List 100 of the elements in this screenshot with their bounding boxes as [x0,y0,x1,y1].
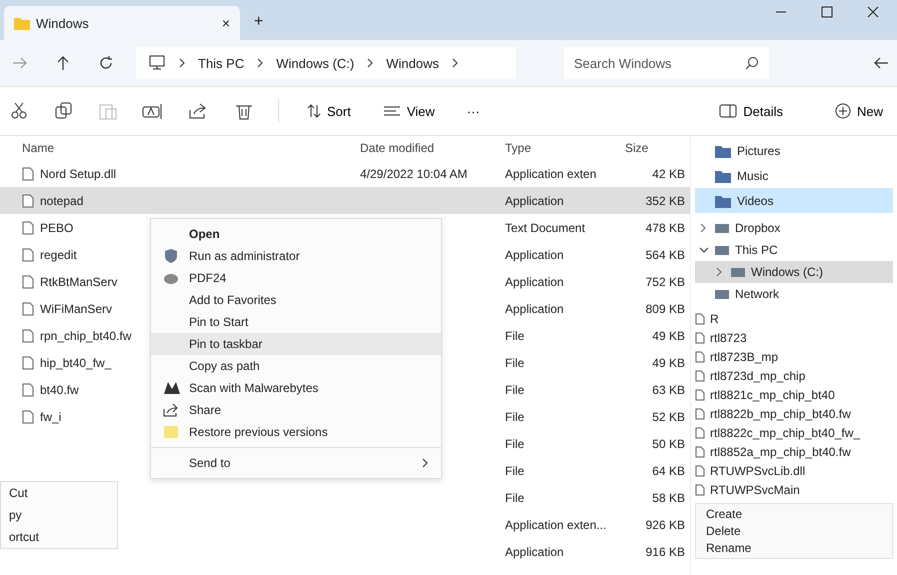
menu-item[interactable]: Run as administrator [151,245,441,267]
file-size: 49 KB [652,356,685,370]
view-button[interactable]: View [378,100,439,122]
quick-access-item[interactable]: Pictures [695,138,893,163]
breadcrumb-item[interactable]: Windows [386,56,439,70]
file-name[interactable]: rtl8723B_mp [710,350,778,364]
file-name: fw_i [40,410,62,424]
file-name[interactable]: rtl8723d_mp_chip [710,368,806,382]
file-icon [695,426,705,438]
file-name[interactable]: rtl8822c_mp_chip_bt40_fw_ [710,426,860,440]
selected-file-row[interactable]: notepad Application 352 KB [0,187,690,214]
drive-icon [714,222,730,234]
file-name: RtkBtManServ [40,274,118,288]
column-header[interactable]: Name [22,141,360,155]
chevron-icon[interactable] [715,267,723,277]
menu-item[interactable]: Restore previous versions [151,421,441,443]
file-icon [22,356,34,370]
file-size: 809 KB [646,302,685,316]
sort-icon [307,104,321,118]
menu-item[interactable]: Pin to Start [151,311,441,333]
chevron-icon [256,58,264,68]
file-type: File [505,436,524,450]
copy-icon[interactable] [54,102,74,120]
breadcrumb-item[interactable]: Windows (C:) [276,56,354,70]
address-bar[interactable]: This PC Windows (C:) Windows [136,47,516,79]
file-name[interactable]: rtl8821c_mp_chip_bt40 [710,388,835,402]
menu-item[interactable]: Cut [9,486,109,500]
search-icon [745,56,759,70]
menu-item[interactable]: Rename [706,541,882,555]
drive-icon [714,288,730,300]
file-size: 916 KB [646,544,685,558]
file-type: Application exten... [505,518,606,532]
menu-item[interactable]: py [9,508,109,522]
forward-arrow-icon[interactable] [12,56,28,70]
menu-item[interactable]: Add to Favorites [151,289,441,311]
rename-icon[interactable] [142,102,164,120]
file-type: Application [505,544,564,558]
close-tab-button[interactable]: × [222,15,230,31]
file-name[interactable]: rtl8822b_mp_chip_bt40.fw [710,406,851,420]
menu-item[interactable]: Delete [706,524,882,538]
refresh-icon[interactable] [98,55,114,71]
menu-item[interactable]: Share [151,399,441,421]
list-lines-icon [382,105,401,117]
file-icon [695,408,705,420]
up-arrow-icon[interactable] [56,55,70,71]
menu-item[interactable]: Copy as path [151,355,441,377]
file-icon [695,464,705,476]
maximize-icon[interactable] [821,6,833,18]
window-tab[interactable]: Windows × [4,6,240,40]
file-type: Application [505,302,564,316]
quick-access-item[interactable]: Videos [695,188,893,213]
column-header[interactable]: Date modified [360,141,505,155]
menu-item[interactable]: ortcut [9,530,109,544]
close-icon[interactable] [867,6,879,18]
chevron-down-icon[interactable] [699,246,709,254]
breadcrumb-item[interactable]: This PC [198,56,244,70]
chevron-icon [178,58,186,68]
new-tab-button[interactable]: + [254,13,264,31]
quick-access-item[interactable]: Music [695,163,893,188]
column-header[interactable]: Type [505,141,625,155]
file-name[interactable]: RTUWPSvcMain [710,482,800,496]
back-arrow-icon[interactable] [873,56,889,70]
details-button[interactable]: Details [715,100,787,122]
menu-item[interactable]: Open [151,223,441,245]
search-field[interactable]: Search Windows [564,47,769,79]
file-icon [695,370,705,382]
sort-button[interactable]: Sort [303,100,355,122]
menu-item[interactable]: Create [706,507,882,521]
tree-item[interactable]: This PC [695,239,893,261]
file-size: 63 KB [652,382,685,396]
file-type: File [505,410,524,424]
file-icon [695,312,705,324]
new-button[interactable]: New [830,99,887,123]
tree-item[interactable]: Network [695,283,893,305]
menu-item[interactable]: Pin to taskbar [151,333,441,355]
tree-item[interactable]: Dropbox [695,217,893,239]
file-name[interactable]: rtl8852a_mp_chip_bt40.fw [710,444,851,458]
file-name[interactable]: R [710,312,719,326]
computer-icon [148,55,166,71]
file-name[interactable]: rtl8723 [710,330,747,344]
drive-icon [730,266,746,278]
file-icon [22,410,34,424]
column-header[interactable]: Size [625,141,685,155]
menu-item[interactable]: Scan with Malwarebytes [151,377,441,399]
file-name[interactable]: RTUWPSvcLib.dll [710,464,806,478]
menu-item[interactable]: Send to [151,452,441,474]
menu-item[interactable]: PDF24 [151,267,441,289]
folder-icon [715,194,731,208]
scan-icon [163,381,181,395]
chevron-icon [421,458,429,468]
more-button[interactable]: ··· [462,100,484,122]
file-name: rpn_chip_bt40.fw [40,328,132,342]
tree-item[interactable]: Windows (C:) [695,261,893,283]
chevron-icon [451,58,459,68]
file-type: File [505,382,524,396]
file-size: 564 KB [646,248,685,262]
chevron-icon[interactable] [699,223,707,233]
file-type: Application [505,194,564,208]
file-type: File [505,464,524,478]
file-size: 49 KB [652,328,685,342]
